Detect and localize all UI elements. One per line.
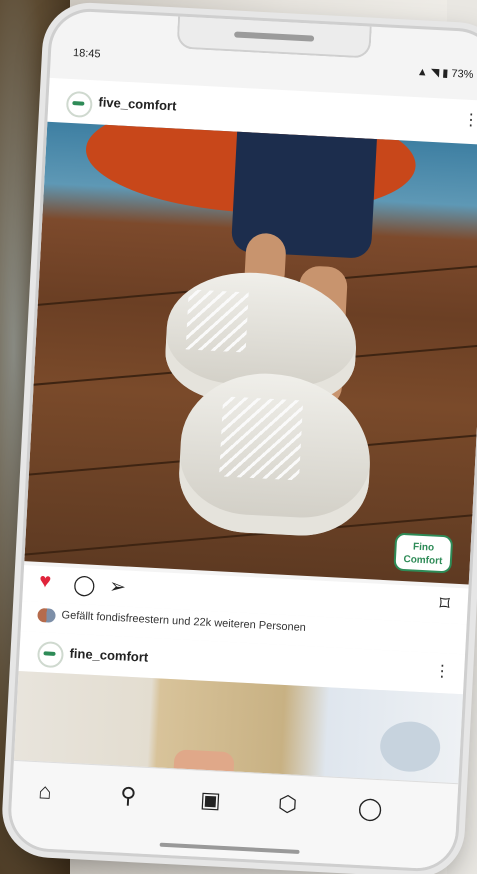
- comment-icon[interactable]: ◯: [73, 572, 97, 598]
- badge-line2: Comfort: [403, 554, 443, 568]
- post-username[interactable]: five_comfort: [98, 94, 177, 113]
- search-icon[interactable]: ⚲: [120, 783, 137, 810]
- earpiece-speaker: [234, 31, 315, 42]
- more-options-icon[interactable]: ⋮: [434, 661, 451, 682]
- heart-icon[interactable]: ♥: [39, 570, 52, 594]
- home-indicator: [159, 842, 300, 854]
- phone-frame: 18:45 ▲ ◥ ▮ 73% five_comfort ⋮ Fino Comf…: [6, 6, 477, 874]
- bird-shape: [378, 720, 442, 774]
- phone-notch: [176, 16, 372, 59]
- laces-front: [219, 396, 304, 481]
- laces-back: [185, 289, 249, 353]
- avatar[interactable]: [36, 641, 65, 669]
- profile-icon[interactable]: ◯: [357, 795, 383, 822]
- liker-avatars: [37, 607, 56, 623]
- avatar[interactable]: [65, 90, 93, 119]
- more-options-icon[interactable]: ⋮: [463, 110, 477, 131]
- home-icon[interactable]: ⌂: [38, 778, 53, 805]
- status-icons: ▲ ◥ ▮ 73%: [416, 66, 474, 82]
- bookmark-icon[interactable]: ⌑: [439, 591, 451, 617]
- brand-badge: Fino Comfort: [393, 532, 454, 574]
- status-time: 18:45: [72, 47, 101, 61]
- post2-username[interactable]: fine_comfort: [69, 646, 148, 665]
- post-image[interactable]: Fino Comfort: [24, 121, 477, 585]
- reels-icon[interactable]: ▣: [199, 787, 221, 814]
- shop-icon[interactable]: ⬡: [277, 791, 298, 818]
- send-icon[interactable]: ➢: [108, 574, 127, 600]
